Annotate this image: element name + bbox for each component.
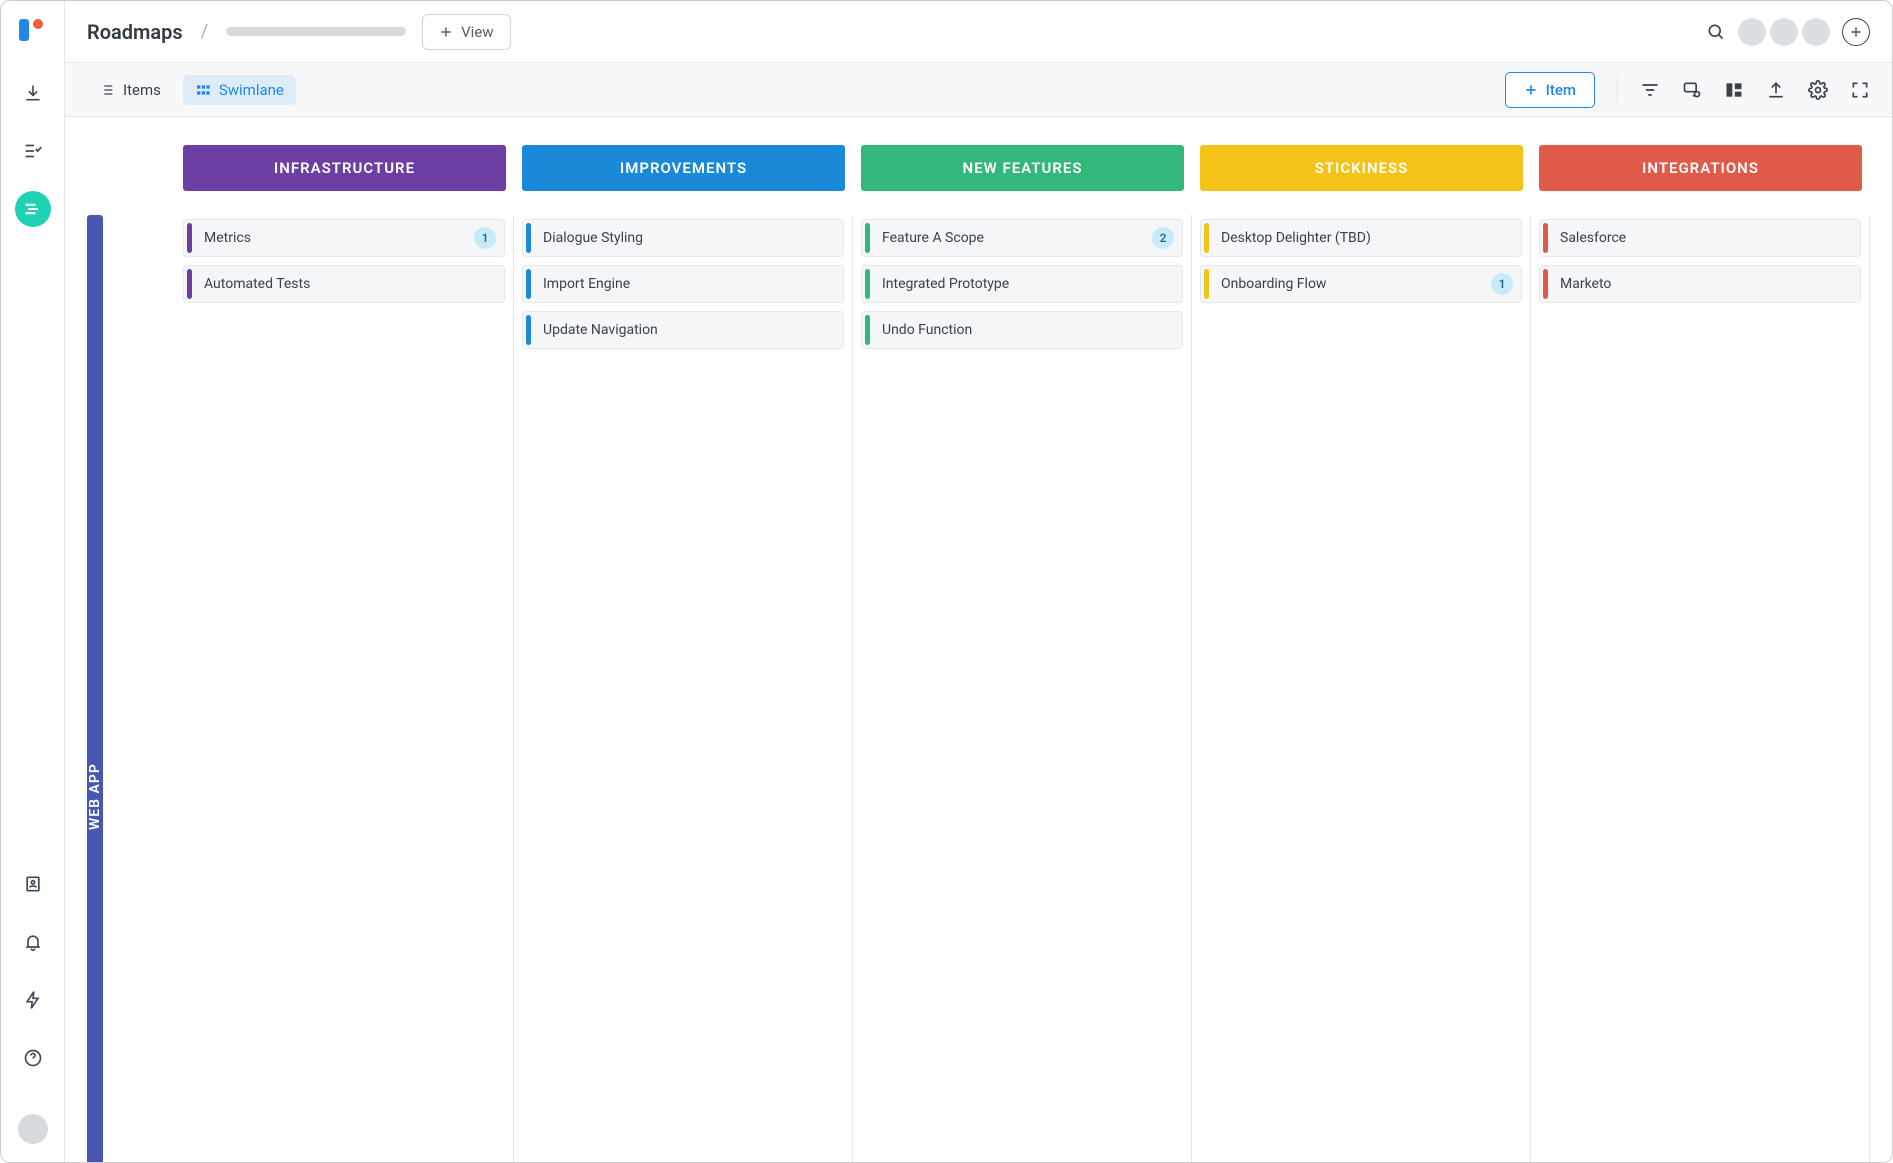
tab-swimlane-label: Swimlane — [219, 81, 284, 99]
card-link-icon — [1682, 80, 1702, 100]
card[interactable]: Integrated Prototype — [861, 265, 1183, 303]
filter-button[interactable] — [1640, 80, 1660, 100]
card-label: Desktop Delighter (TBD) — [1209, 222, 1513, 254]
header-bar: Roadmaps / View — [65, 1, 1892, 63]
search-icon — [1706, 22, 1726, 42]
card-label: Feature A Scope — [870, 222, 1152, 254]
card-label: Metrics — [192, 222, 474, 254]
expand-icon — [1850, 80, 1870, 100]
header-right — [1706, 18, 1870, 46]
column-header-integrations[interactable]: INTEGRATIONS — [1539, 145, 1862, 191]
export-icon — [1766, 80, 1786, 100]
lightning-icon[interactable] — [15, 982, 51, 1018]
fullscreen-button[interactable] — [1850, 80, 1870, 100]
filter-icon — [1640, 80, 1660, 100]
card[interactable]: Onboarding Flow1 — [1200, 265, 1522, 303]
card-label: Dialogue Styling — [531, 222, 835, 254]
breadcrumb-separator: / — [201, 21, 208, 42]
contacts-icon[interactable] — [15, 866, 51, 902]
app-logo[interactable] — [19, 19, 47, 47]
tab-items[interactable]: Items — [87, 75, 173, 105]
board-cell: Dialogue Styling Import Engine Update Navi… — [514, 215, 853, 1162]
card[interactable]: Desktop Delighter (TBD) — [1200, 219, 1522, 257]
search-button[interactable] — [1706, 22, 1726, 42]
help-icon[interactable] — [15, 1040, 51, 1076]
layout-button[interactable] — [1724, 80, 1744, 100]
card[interactable]: Dialogue Styling — [522, 219, 844, 257]
card-label: Integrated Prototype — [870, 268, 1174, 300]
settings-button[interactable] — [1808, 80, 1828, 100]
list-icon — [99, 82, 115, 98]
board-cell: Desktop Delighter (TBD) Onboarding Flow1 — [1192, 215, 1531, 1162]
app-frame: Roadmaps / View — [0, 0, 1893, 1163]
card[interactable]: Salesforce — [1539, 219, 1861, 257]
card-label: Salesforce — [1548, 222, 1852, 254]
breadcrumb-placeholder — [226, 27, 406, 36]
presence-avatar[interactable] — [1802, 18, 1830, 46]
roadmap-icon[interactable] — [15, 191, 51, 227]
export-button[interactable] — [1766, 80, 1786, 100]
card-label: Onboarding Flow — [1209, 268, 1491, 300]
card-label: Undo Function — [870, 314, 1174, 346]
layout-icon — [1724, 80, 1744, 100]
page-title: Roadmaps — [87, 20, 183, 44]
card-label: Import Engine — [531, 268, 835, 300]
link-settings-button[interactable] — [1682, 80, 1702, 100]
board-cell: Feature A Scope2 Integrated Prototype Undo… — [853, 215, 1192, 1162]
card-badge: 1 — [1491, 273, 1513, 295]
plus-icon — [439, 25, 453, 39]
lane-label[interactable]: WEB APP — [87, 215, 103, 1162]
swimlane-icon — [195, 82, 211, 98]
left-sidebar — [1, 1, 65, 1162]
card-label: Marketo — [1548, 268, 1852, 300]
sidebar-top-icons — [15, 75, 51, 227]
board-cell: Metrics1 Automated Tests — [175, 215, 514, 1162]
board-cell: Salesforce Marketo — [1531, 215, 1870, 1162]
presence-avatar[interactable] — [1738, 18, 1766, 46]
card[interactable]: Update Navigation — [522, 311, 844, 349]
card[interactable]: Marketo — [1539, 265, 1861, 303]
list-check-icon[interactable] — [15, 133, 51, 169]
card[interactable]: Undo Function — [861, 311, 1183, 349]
card[interactable]: Automated Tests — [183, 265, 505, 303]
toolbar-right: Item — [1505, 72, 1870, 108]
card[interactable]: Feature A Scope2 — [861, 219, 1183, 257]
add-item-button[interactable]: Item — [1505, 72, 1595, 108]
sidebar-bottom-icons — [15, 866, 51, 1144]
plus-icon — [1524, 83, 1538, 97]
column-header-new_features[interactable]: NEW FEATURES — [861, 145, 1184, 191]
card-badge: 1 — [474, 227, 496, 249]
card-label: Automated Tests — [192, 268, 496, 300]
add-view-button[interactable]: View — [422, 14, 510, 50]
column-header-infrastructure[interactable]: INFRASTRUCTURE — [183, 145, 506, 191]
plus-icon — [1849, 25, 1863, 39]
invite-button[interactable] — [1842, 18, 1870, 46]
column-header-stickiness[interactable]: STICKINESS — [1200, 145, 1523, 191]
card-label: Update Navigation — [531, 314, 835, 346]
column-header-improvements[interactable]: IMPROVEMENTS — [522, 145, 845, 191]
main-area: Roadmaps / View — [65, 1, 1892, 1162]
add-view-label: View — [461, 23, 493, 41]
gear-icon — [1808, 80, 1828, 100]
toolbar-divider — [1617, 77, 1618, 103]
presence-avatar[interactable] — [1770, 18, 1798, 46]
tab-swimlane[interactable]: Swimlane — [183, 75, 296, 105]
toolbar: Items Swimlane Item — [65, 63, 1892, 117]
bell-icon[interactable] — [15, 924, 51, 960]
user-avatar[interactable] — [18, 1114, 48, 1144]
card-badge: 2 — [1152, 227, 1174, 249]
card[interactable]: Import Engine — [522, 265, 844, 303]
card[interactable]: Metrics1 — [183, 219, 505, 257]
add-item-label: Item — [1546, 81, 1576, 99]
presence-avatars — [1738, 18, 1830, 46]
tab-items-label: Items — [123, 81, 161, 99]
board-grid: INFRASTRUCTURE IMPROVEMENTS NEW FEATURES ST… — [87, 145, 1870, 1162]
swimlane-board: INFRASTRUCTURE IMPROVEMENTS NEW FEATURES ST… — [65, 117, 1892, 1162]
import-icon[interactable] — [15, 75, 51, 111]
